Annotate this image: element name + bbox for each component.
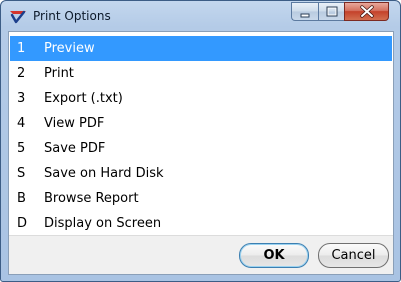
list-item-export-txt[interactable]: 3 Export (.txt) bbox=[10, 86, 392, 111]
list-item-view-pdf[interactable]: 4 View PDF bbox=[10, 111, 392, 136]
option-label: Save PDF bbox=[44, 141, 106, 156]
checkmark-app-icon bbox=[9, 8, 27, 25]
option-label: Save on Hard Disk bbox=[44, 166, 164, 181]
maximize-icon bbox=[326, 6, 338, 17]
option-key: 4 bbox=[17, 116, 26, 131]
cancel-button[interactable]: Cancel bbox=[318, 243, 389, 268]
option-key: 1 bbox=[17, 41, 26, 56]
option-key: S bbox=[17, 166, 26, 181]
list-item-save-on-hard-disk[interactable]: S Save on Hard Disk bbox=[10, 161, 392, 186]
option-label: View PDF bbox=[44, 116, 105, 131]
close-icon bbox=[360, 5, 374, 18]
minimize-button[interactable] bbox=[291, 2, 318, 21]
option-label: Export (.txt) bbox=[44, 91, 123, 106]
print-options-list[interactable]: 1 Preview 2 Print 3 Export (.txt) 4 View… bbox=[10, 36, 392, 236]
list-item-print[interactable]: 2 Print bbox=[10, 61, 392, 86]
list-item-save-pdf[interactable]: 5 Save PDF bbox=[10, 136, 392, 161]
ok-button[interactable]: OK bbox=[239, 243, 309, 268]
option-key: 5 bbox=[17, 141, 26, 156]
button-bar: OK Cancel bbox=[9, 235, 393, 274]
close-button[interactable] bbox=[344, 2, 389, 21]
window-title: Print Options bbox=[33, 9, 111, 23]
list-item-preview[interactable]: 1 Preview bbox=[10, 36, 392, 61]
title-bar[interactable]: Print Options bbox=[1, 1, 400, 31]
window-controls bbox=[291, 2, 389, 22]
option-label: Preview bbox=[44, 41, 95, 56]
dialog-body: 1 Preview 2 Print 3 Export (.txt) 4 View… bbox=[8, 31, 394, 275]
list-item-display-on-screen[interactable]: D Display on Screen bbox=[10, 211, 392, 236]
maximize-button[interactable] bbox=[318, 2, 344, 21]
print-options-dialog: Print Options 1 Preview 2 Print 3 Export… bbox=[0, 0, 401, 282]
minimize-icon bbox=[300, 13, 310, 18]
option-key: B bbox=[17, 191, 26, 206]
option-label: Print bbox=[44, 66, 74, 81]
option-label: Display on Screen bbox=[44, 216, 162, 231]
option-key: 2 bbox=[17, 66, 26, 81]
option-key: 3 bbox=[17, 91, 26, 106]
list-item-browse-report[interactable]: B Browse Report bbox=[10, 186, 392, 211]
option-key: D bbox=[17, 216, 28, 231]
option-label: Browse Report bbox=[44, 191, 139, 206]
